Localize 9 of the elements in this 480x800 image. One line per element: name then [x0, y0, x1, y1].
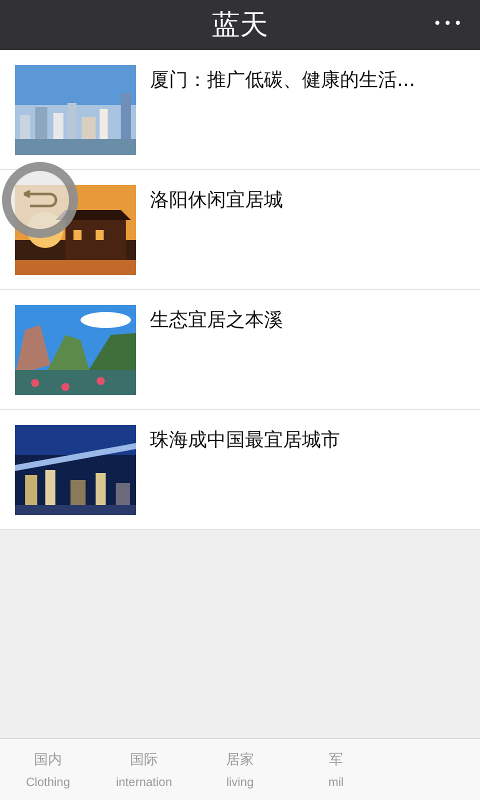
- article-title: 珠海成中国最宜居城市: [150, 428, 340, 453]
- article-title: 洛阳休闲宜居城: [150, 188, 283, 213]
- article-title: 生态宜居之本溪: [150, 308, 283, 333]
- article-title: 厦门：推广低碳、健康的生活...: [150, 68, 416, 93]
- article-item[interactable]: 珠海成中国最宜居城市: [0, 410, 480, 530]
- article-item[interactable]: 生态宜居之本溪: [0, 290, 480, 410]
- more-menu-button[interactable]: •••: [429, 12, 468, 36]
- app-title: 蓝天: [212, 7, 268, 43]
- article-item[interactable]: 厦门：推广低碳、健康的生活...: [0, 50, 480, 170]
